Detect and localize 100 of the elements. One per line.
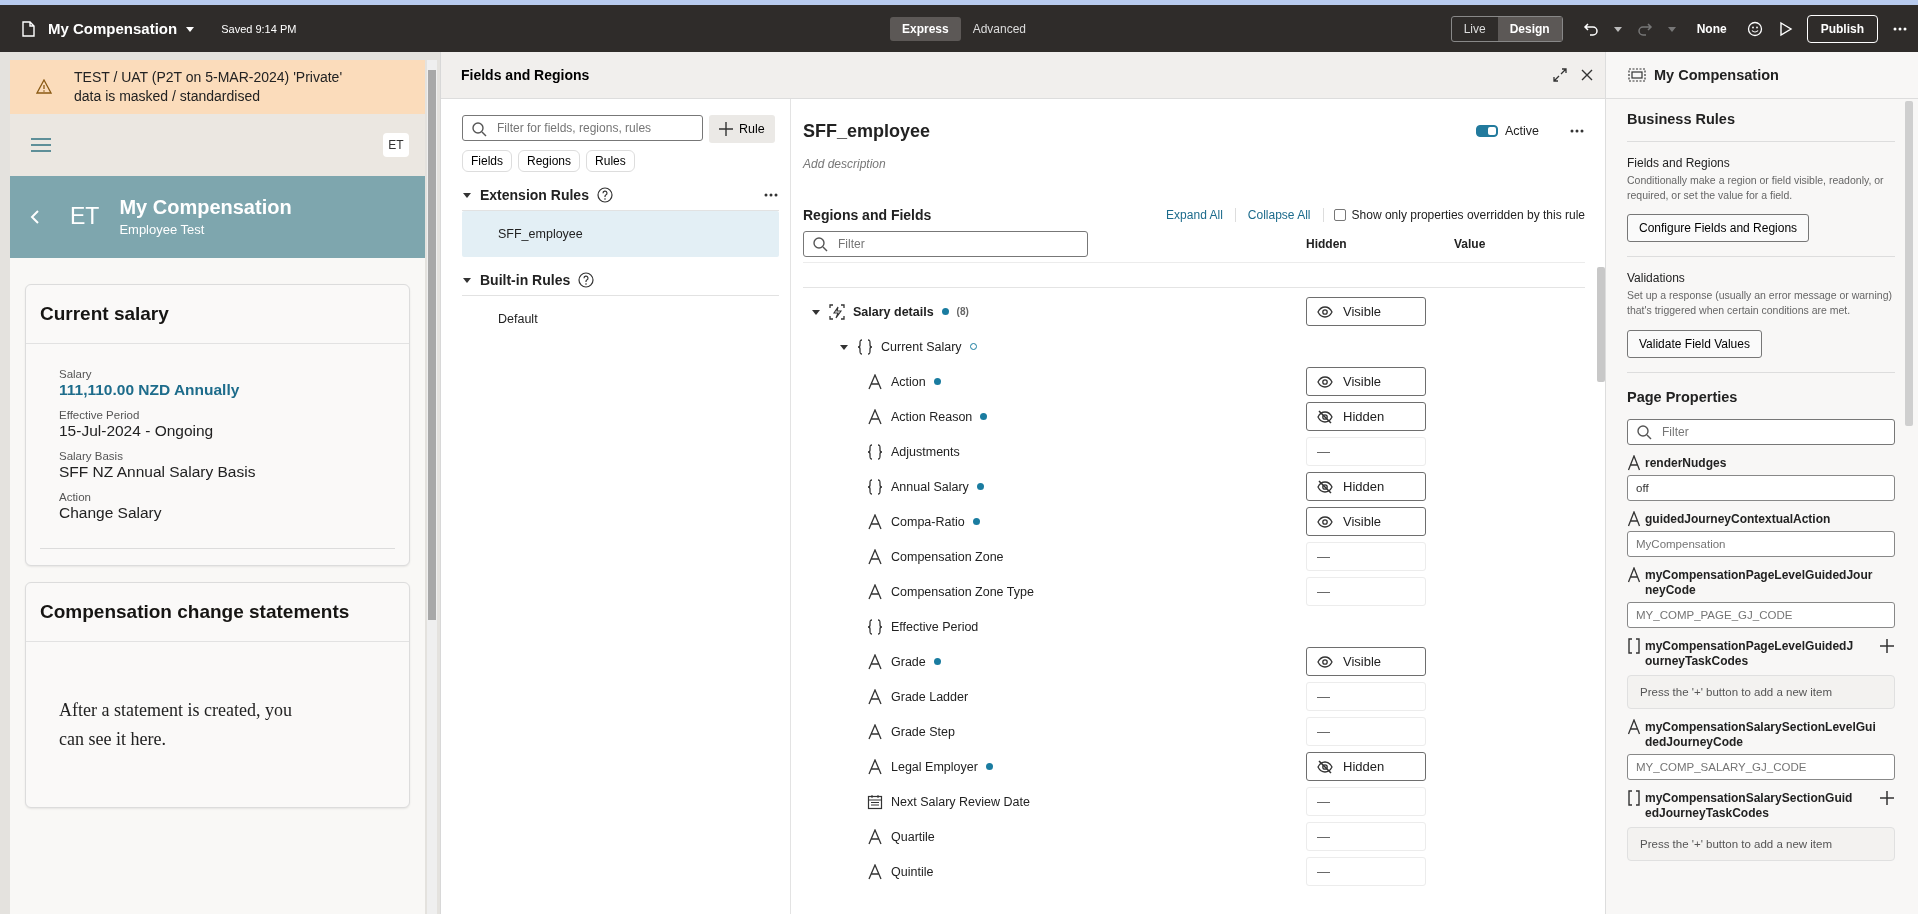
redo-icon[interactable] xyxy=(1636,20,1653,37)
undo-icon[interactable] xyxy=(1582,20,1599,37)
property-name: myCompensationSalarySectionGuidedJourneyTaskCodes xyxy=(1645,789,1854,821)
active-toggle[interactable] xyxy=(1475,125,1498,137)
caret-icon[interactable] xyxy=(185,24,196,33)
visibility-select[interactable]: Visible xyxy=(1306,367,1426,396)
section-title: Validations xyxy=(1627,271,1686,286)
eye-slash-icon xyxy=(1317,758,1333,775)
visibility-select[interactable]: Visible xyxy=(1306,507,1426,536)
filter-field[interactable]: Filter for fields, regions, rules xyxy=(462,115,703,141)
braces-icon xyxy=(867,618,883,635)
visibility-select[interactable]: — xyxy=(1306,542,1426,571)
caret-icon[interactable] xyxy=(1612,24,1623,33)
property-name: renderNudges xyxy=(1645,454,1728,471)
caret-down-icon[interactable] xyxy=(462,191,472,199)
visibility-select[interactable]: — xyxy=(1306,787,1426,816)
visibility-select[interactable]: — xyxy=(1306,717,1426,746)
column-header: Hidden xyxy=(1306,237,1348,251)
mode-tab[interactable]: Express xyxy=(889,16,961,41)
field-name: Effective Period xyxy=(891,619,979,634)
child-count: (8) xyxy=(956,306,969,317)
calendar-icon xyxy=(867,793,883,810)
page-subtitle: Employee Test xyxy=(119,222,206,238)
field-label: Salary xyxy=(59,367,93,380)
add-icon[interactable] xyxy=(1879,789,1895,806)
property-name: myCompensationSalarySectionLevelGuidedJourneyCode xyxy=(1645,718,1877,750)
caret-down-icon[interactable] xyxy=(811,307,821,316)
text-type-icon xyxy=(867,828,883,845)
field-value: 15-Jul-2024 - Ongoing xyxy=(59,421,215,440)
field-value: 111,110.00 NZD Annually xyxy=(59,380,241,399)
theme-selector[interactable]: None xyxy=(1690,20,1733,37)
back-icon[interactable] xyxy=(30,208,40,225)
section-button[interactable]: Configure Fields and Regions xyxy=(1627,214,1810,243)
visibility-select[interactable]: Hidden xyxy=(1306,472,1426,501)
visibility-select[interactable]: — xyxy=(1306,577,1426,606)
region-name: Salary details xyxy=(853,304,934,319)
filter-chip[interactable]: Regions xyxy=(518,150,581,172)
eye-slash-icon xyxy=(1317,478,1333,495)
text-type-icon xyxy=(867,863,883,880)
filter-chip[interactable]: Fields xyxy=(462,150,512,172)
eye-icon xyxy=(1317,373,1333,390)
text-type-icon xyxy=(867,513,883,530)
help-icon[interactable] xyxy=(578,272,595,288)
filter-chip[interactable]: Rules xyxy=(586,150,635,172)
caret-down-icon[interactable] xyxy=(462,276,472,284)
text-type-icon xyxy=(867,723,883,740)
empty-list-message: Press the '+' button to add a new item xyxy=(1627,674,1895,709)
property-field[interactable]: off xyxy=(1627,474,1895,501)
field-name: Current Salary xyxy=(881,339,962,354)
page-title: My Compensation xyxy=(119,196,292,220)
search-icon xyxy=(1636,423,1652,440)
panel-title: Fields and Regions xyxy=(461,67,591,83)
visibility-select[interactable]: — xyxy=(1306,437,1426,466)
override-checkbox[interactable]: Show only properties overridden by this rule xyxy=(1323,208,1585,222)
section-title: Fields and Regions xyxy=(1627,156,1731,170)
field-name: Grade Step xyxy=(891,724,955,739)
menu-icon[interactable] xyxy=(30,136,52,153)
visibility-select[interactable]: — xyxy=(1306,682,1426,711)
add-rule-button[interactable]: Rule xyxy=(709,115,775,143)
visibility-select[interactable]: — xyxy=(1306,857,1426,886)
eye-slash-icon xyxy=(1317,408,1333,425)
filter-field[interactable]: Filter xyxy=(803,231,1088,257)
visibility-select[interactable]: — xyxy=(1306,822,1426,851)
property-name: guidedJourneyContextualAction xyxy=(1645,510,1832,527)
field-name: Quartile xyxy=(891,829,935,844)
expand-icon[interactable] xyxy=(1553,68,1567,82)
field-name: Action Reason xyxy=(891,409,973,424)
field-name: Grade xyxy=(891,654,926,669)
view-toggle[interactable]: Live xyxy=(1451,16,1498,41)
field-label: Salary Basis xyxy=(59,449,124,462)
visibility-select[interactable]: Hidden xyxy=(1306,402,1426,431)
user-avatar[interactable]: ET xyxy=(383,132,409,157)
column-header: Value xyxy=(1453,237,1487,251)
field-name: Adjustments xyxy=(891,444,960,459)
property-field[interactable]: MY_COMP_PAGE_GJ_CODE xyxy=(1627,601,1895,628)
help-icon[interactable] xyxy=(596,187,613,203)
add-icon[interactable] xyxy=(1879,637,1895,654)
expand-all-link[interactable]: Expand All xyxy=(1154,208,1236,222)
smiley-icon[interactable] xyxy=(1746,20,1763,37)
visibility-select[interactable]: Visible xyxy=(1306,647,1426,676)
view-toggle[interactable]: Design xyxy=(1497,16,1562,41)
description-field[interactable]: Add description xyxy=(803,157,1585,171)
section-button[interactable]: Validate Field Values xyxy=(1627,329,1762,358)
mode-tab[interactable]: Advanced xyxy=(960,16,1039,41)
caret-down-icon[interactable] xyxy=(839,342,849,351)
collapse-all-link[interactable]: Collapse All xyxy=(1235,208,1324,222)
text-type-icon xyxy=(867,408,883,425)
field-label: Action xyxy=(59,490,92,503)
rule-item[interactable]: SFF_employee xyxy=(462,211,779,257)
close-icon[interactable] xyxy=(1581,69,1593,81)
property-field[interactable]: MyCompensation xyxy=(1627,530,1895,557)
group-title: Built-in Rules xyxy=(480,272,571,288)
property-field[interactable]: MY_COMP_SALARY_GJ_CODE xyxy=(1627,753,1895,780)
visibility-select[interactable]: Visible xyxy=(1306,297,1426,326)
toggle-label: Active xyxy=(1504,124,1539,138)
filter-field[interactable]: Filter xyxy=(1627,418,1895,445)
visibility-select[interactable]: Hidden xyxy=(1306,752,1426,781)
publish-button[interactable]: Publish xyxy=(1806,14,1878,43)
rule-item[interactable]: Default xyxy=(462,296,779,342)
scrollbar[interactable] xyxy=(427,60,437,914)
